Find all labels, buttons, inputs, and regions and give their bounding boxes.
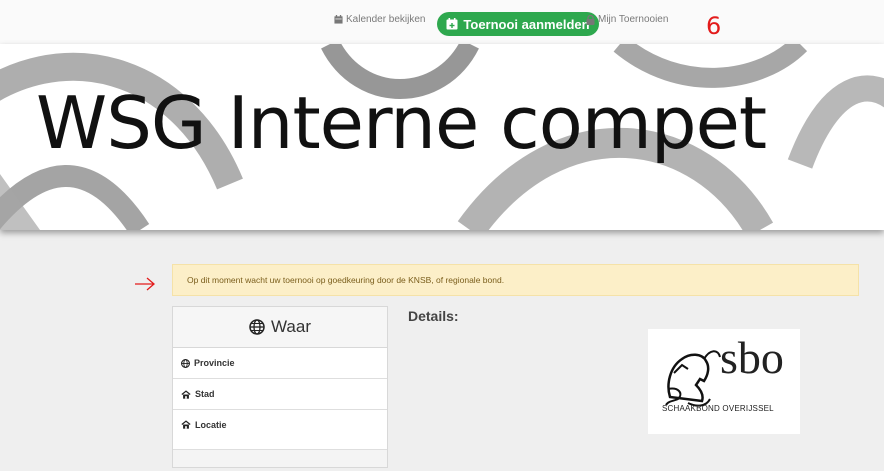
where-card-title: Waar <box>271 317 311 336</box>
where-row-city: Stad <box>173 379 387 410</box>
hero-banner: WSG Interne compet <box>0 44 884 230</box>
globe-icon <box>181 358 190 368</box>
where-card-header: Waar <box>173 307 387 348</box>
logo-subtitle: SCHAAKBOND OVERIJSSEL <box>662 404 774 413</box>
city-label: Stad <box>195 389 215 399</box>
where-row-province: Provincie <box>173 348 387 379</box>
register-tournament-label: Toernooi aanmelden <box>463 16 590 32</box>
calendar-plus-icon <box>446 18 458 30</box>
calendar-icon <box>334 15 343 24</box>
tournament-title: WSG Interne compet <box>36 81 767 165</box>
calendar-link[interactable]: Kalender bekijken <box>334 14 426 25</box>
province-label: Provincie <box>194 358 235 368</box>
logo-wordmark: sbo <box>720 332 784 383</box>
globe-icon <box>249 319 265 335</box>
where-row-location: Locatie <box>173 410 387 450</box>
register-tournament-button[interactable]: Toernooi aanmelden <box>437 12 599 36</box>
calendar-link-label: Kalender bekijken <box>346 14 426 25</box>
my-tournaments-label: Mijn Toernooien <box>598 14 669 25</box>
location-label: Locatie <box>195 420 227 430</box>
lock-icon <box>586 14 595 25</box>
top-navbar: Kalender bekijken Toernooi aanmelden Mij… <box>0 0 884 45</box>
details-heading: Details: <box>408 308 459 324</box>
annotation-arrow-icon <box>134 276 156 297</box>
approval-pending-alert: Op dit moment wacht uw toernooi op goedk… <box>172 264 859 296</box>
annotation-number: 6 <box>706 12 722 40</box>
home-icon <box>181 389 191 399</box>
home-icon <box>181 420 191 429</box>
my-tournaments-link[interactable]: Mijn Toernooien <box>586 14 668 25</box>
where-card: Waar Provincie Stad Locatie <box>172 306 388 468</box>
alert-text: Op dit moment wacht uw toernooi op goedk… <box>187 275 505 285</box>
